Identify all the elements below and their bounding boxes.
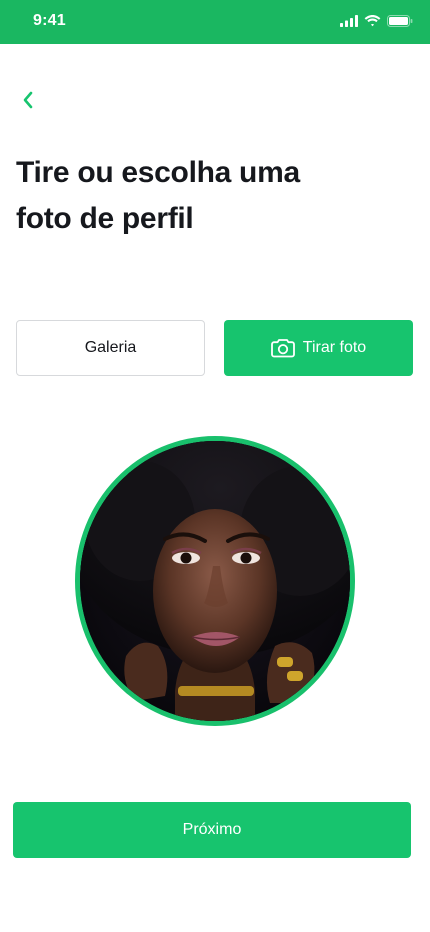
- page-title: Tire ou escolha uma foto de perfil: [16, 150, 396, 242]
- take-photo-button[interactable]: Tirar foto: [224, 320, 413, 376]
- next-button[interactable]: Próximo: [13, 802, 411, 858]
- back-button[interactable]: [14, 88, 42, 116]
- status-icons: [340, 14, 413, 32]
- next-button-label: Próximo: [182, 821, 242, 838]
- status-time: 9:41: [33, 12, 66, 29]
- gallery-button-label: Galeria: [84, 339, 137, 356]
- status-bar: 9:41: [0, 0, 430, 44]
- wifi-icon: [364, 14, 381, 32]
- page-title-line-2: foto de perfil: [16, 202, 194, 235]
- chevron-left-icon: [21, 91, 35, 114]
- cellular-signal-icon: [340, 14, 358, 32]
- profile-photo-image: [80, 441, 350, 721]
- take-photo-button-label: Tirar foto: [302, 339, 367, 356]
- camera-icon: [270, 338, 295, 358]
- gallery-button[interactable]: Galeria: [16, 320, 205, 376]
- profile-photo: [75, 436, 355, 726]
- battery-icon: [387, 14, 413, 32]
- page-title-line-1: Tire ou escolha uma: [16, 156, 300, 189]
